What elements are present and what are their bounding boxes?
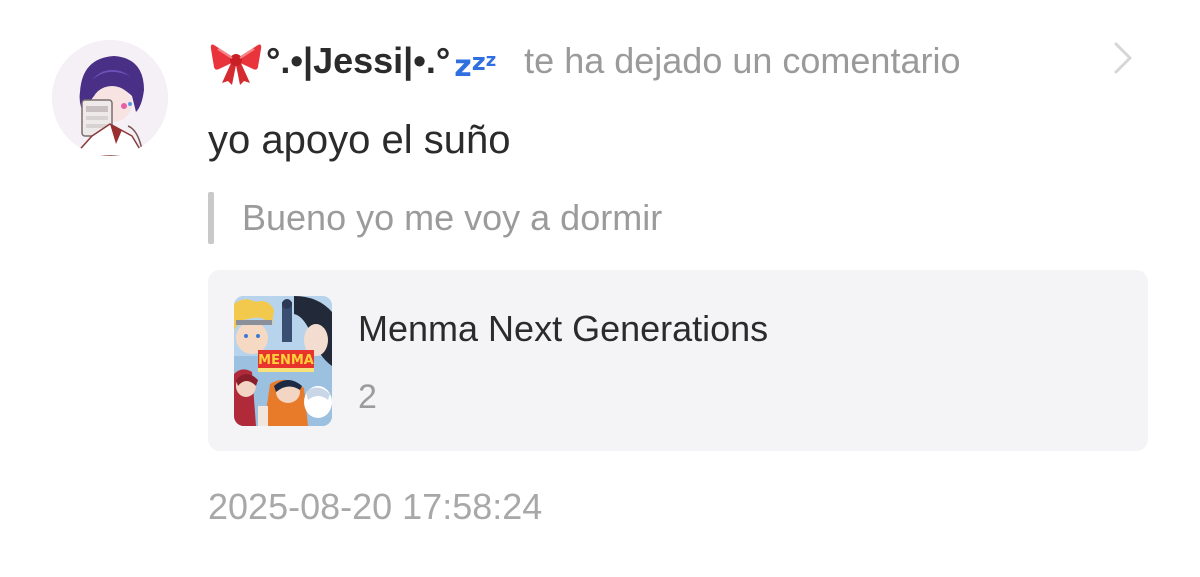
timestamp: 2025-08-20 17:58:24	[208, 486, 543, 527]
zzz-glyph: z	[471, 48, 486, 76]
ribbon-icon	[210, 44, 262, 85]
quote-bar	[208, 192, 214, 244]
quoted-comment: Bueno yo me voy a dormir	[208, 192, 662, 244]
community-cover-art: MENMA	[234, 296, 332, 426]
chevron-right-icon[interactable]	[1110, 40, 1136, 76]
zzz-glyph: z	[454, 49, 472, 84]
quoted-text: Bueno yo me voy a dormir	[242, 197, 663, 238]
username-text: °.•|Jessi|•.°	[266, 40, 451, 81]
avatar-illustration	[52, 40, 168, 156]
notification-header: °.•|Jessi|•.° z z z te ha dejado un come…	[208, 36, 960, 86]
username[interactable]: °.•|Jessi|•.° z z z	[208, 37, 496, 85]
community-count: 2	[358, 378, 377, 416]
community-card[interactable]: MENMA Menma Next Generations 2	[208, 270, 1148, 451]
community-title: Menma Next Generations	[358, 308, 769, 349]
user-avatar[interactable]	[52, 40, 168, 156]
zzz-icon: z z z	[454, 46, 497, 82]
thumbnail-logo-text: MENMA	[258, 353, 314, 368]
comment-notification[interactable]: °.•|Jessi|•.° z z z te ha dejado un come…	[0, 0, 1200, 577]
community-thumbnail: MENMA	[234, 296, 332, 426]
comment-text: yo apoyo el suño	[208, 118, 511, 162]
zzz-glyph: z	[485, 50, 497, 71]
action-text: te ha dejado un comentario	[524, 40, 961, 81]
